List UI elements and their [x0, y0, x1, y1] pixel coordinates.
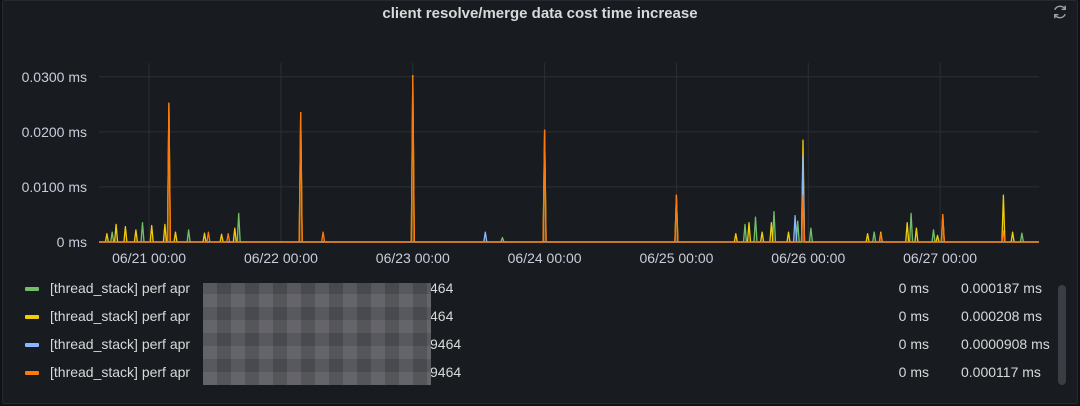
- legend-series-name: [thread_stack] perf apr: [50, 336, 191, 352]
- legend-series-name: [thread_stack] perf apr: [50, 280, 191, 296]
- legend-min-value: 0 ms: [898, 336, 929, 352]
- legend-scrollbar[interactable]: [1058, 285, 1066, 385]
- y-tick-label: 0 ms: [57, 234, 87, 250]
- redacted-area: [203, 283, 431, 385]
- legend-max-value: 0.0000908 ms: [961, 336, 1050, 352]
- x-tick-label: 06/25 00:00: [639, 250, 713, 266]
- legend-swatch: [25, 371, 39, 375]
- time-series-chart[interactable]: 0 ms 0.0100 ms 0.0200 ms 0.0300 ms 06/21 00:…: [3, 1, 1079, 273]
- y-tick-label: 0.0300 ms: [22, 69, 87, 85]
- legend-row[interactable]: [thread_stack] perf apr 464 0 ms 0.00020…: [3, 303, 1063, 330]
- series-line: [99, 76, 1039, 243]
- legend-row[interactable]: [thread_stack] perf apr 464 0 ms 0.00018…: [3, 275, 1063, 302]
- legend-row[interactable]: [thread_stack] perf apr 9464 0 ms 0.0001…: [3, 359, 1063, 386]
- legend-min-value: 0 ms: [898, 308, 929, 324]
- graph-panel: client resolve/merge data cost time incr…: [2, 0, 1078, 404]
- legend-max-value: 0.000208 ms: [961, 308, 1042, 324]
- y-tick-label: 0.0200 ms: [22, 124, 87, 140]
- legend-swatch: [25, 287, 39, 291]
- legend-min-value: 0 ms: [898, 280, 929, 296]
- x-tick-label: 06/26 00:00: [771, 250, 845, 266]
- y-tick-label: 0.0100 ms: [22, 179, 87, 195]
- legend-series-name-tail: 464: [430, 280, 454, 296]
- legend-series-name-tail: 9464: [430, 336, 462, 352]
- legend: [thread_stack] perf apr 464 0 ms 0.00018…: [3, 275, 1079, 401]
- series-area: [99, 76, 1039, 242]
- legend-min-value: 0 ms: [898, 364, 929, 380]
- series-area: [99, 75, 1039, 242]
- legend-swatch: [25, 315, 39, 319]
- legend-series-name-tail: 464: [430, 308, 454, 324]
- legend-series-name: [thread_stack] perf apr: [50, 364, 191, 380]
- x-tick-label: 06/22 00:00: [244, 250, 318, 266]
- legend-max-value: 0.000187 ms: [961, 280, 1042, 296]
- x-tick-label: 06/21 00:00: [112, 250, 186, 266]
- legend-max-value: 0.000117 ms: [961, 364, 1041, 380]
- legend-swatch: [25, 343, 39, 347]
- x-tick-label: 06/23 00:00: [376, 250, 450, 266]
- legend-row[interactable]: [thread_stack] perf apr 9464 0 ms 0.0000…: [3, 331, 1063, 358]
- legend-series-name-tail: 9464: [430, 364, 462, 380]
- x-tick-label: 06/27 00:00: [903, 250, 977, 266]
- series-line: [99, 75, 1039, 243]
- legend-series-name: [thread_stack] perf apr: [50, 308, 191, 324]
- x-tick-label: 06/24 00:00: [508, 250, 582, 266]
- series-line: [99, 211, 1039, 243]
